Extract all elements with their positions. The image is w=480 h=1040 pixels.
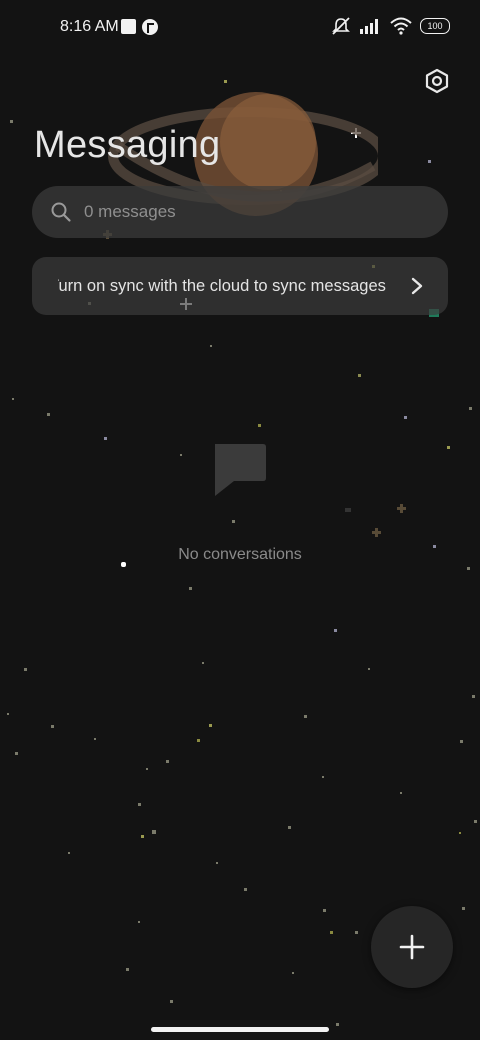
status-system-icons: 100: [330, 16, 450, 36]
sync-banner-label: Turn on sync with the cloud to sync mess…: [58, 277, 386, 295]
notification-square-icon: [121, 19, 136, 34]
search-input[interactable]: 0 messages: [32, 186, 448, 238]
new-message-button[interactable]: [371, 906, 453, 988]
status-bar: 8:16 AM 100: [0, 0, 480, 56]
search-placeholder: 0 messages: [84, 202, 176, 221]
cloud-sync-banner[interactable]: Turn on sync with the cloud to sync mess…: [32, 257, 448, 315]
home-indicator[interactable]: [151, 1027, 329, 1032]
app-notification-icon: [142, 19, 158, 35]
sync-banner-text: Turn on sync with the cloud to sync mess…: [58, 277, 422, 296]
page-title: Messaging: [34, 124, 221, 166]
settings-button[interactable]: [422, 66, 452, 96]
wifi-icon: [390, 17, 412, 35]
chat-bubble-icon: [215, 444, 266, 496]
plus-icon: [399, 934, 425, 960]
signal-icon: [360, 19, 378, 34]
status-notifications: [121, 19, 158, 35]
status-time: 8:16 AM: [60, 18, 119, 35]
chevron-right-icon: [411, 277, 423, 295]
settings-hexagon-icon: [425, 68, 449, 94]
search-icon: [51, 202, 71, 222]
battery-icon: 100: [420, 18, 450, 34]
mute-icon: [332, 17, 350, 35]
messaging-screen: 8:16 AM 100 Messaging 0 messages Turn on…: [0, 0, 480, 1040]
empty-state-text: No conversations: [178, 546, 302, 563]
